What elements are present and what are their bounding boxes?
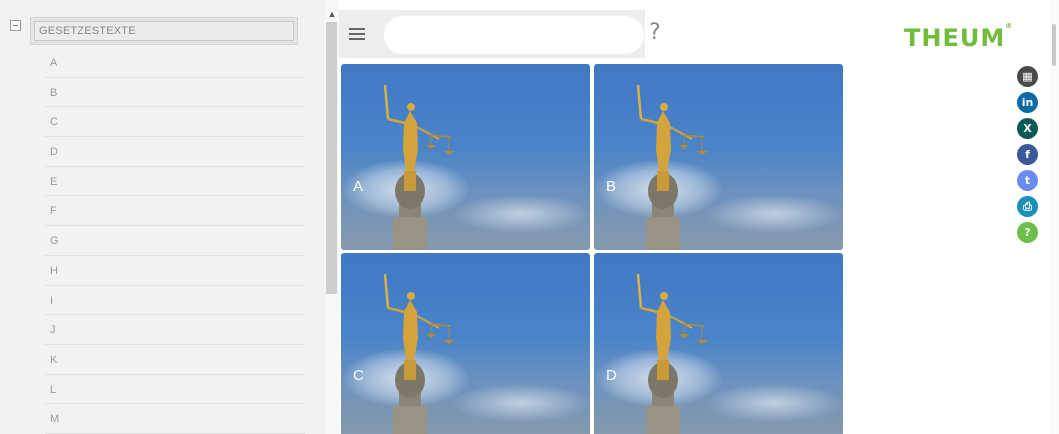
tree-item-e[interactable]: E: [45, 167, 305, 197]
tree-letter-list: A B C D E F G H I J K L M: [45, 48, 305, 434]
tile-label: D: [606, 367, 617, 384]
haze-decoration: [704, 194, 843, 234]
page-scrollbar-thumb[interactable]: [1052, 24, 1056, 66]
tree-item-a[interactable]: A: [45, 48, 305, 78]
tree-item-j[interactable]: J: [45, 315, 305, 345]
index-tree-panel: GESETZESTEXTE A B C D E F G H I J K L M: [0, 0, 325, 434]
tile-b[interactable]: B: [594, 64, 843, 250]
tree-scrollbar-thumb[interactable]: [326, 22, 337, 294]
xing-icon[interactable]: X: [1017, 118, 1038, 139]
tree-item-h[interactable]: H: [45, 256, 305, 286]
tile-c[interactable]: C: [341, 253, 590, 434]
haze-decoration: [451, 194, 590, 234]
collapse-icon[interactable]: [10, 20, 21, 31]
theum-logo[interactable]: THEUM®: [904, 22, 1014, 52]
tree-item-k[interactable]: K: [45, 345, 305, 375]
justice-statue-image: [636, 84, 708, 250]
main-content: ? THEUM® A B C D ▦ in X f t ⎙ ?: [339, 0, 1059, 434]
tree-item-f[interactable]: F: [45, 196, 305, 227]
tree-root-toggle[interactable]: [10, 20, 21, 31]
tree-item-i[interactable]: I: [45, 286, 305, 316]
search-input[interactable]: [384, 16, 644, 54]
haze-decoration: [704, 383, 843, 423]
app-window: GESETZESTEXTE A B C D E F G H I J K L M …: [0, 0, 1059, 434]
tree-item-l[interactable]: L: [45, 375, 305, 405]
tile-d[interactable]: D: [594, 253, 843, 434]
calendar-icon[interactable]: ▦: [1017, 66, 1038, 87]
share-icon-column: ▦ in X f t ⎙ ?: [1017, 66, 1039, 248]
facebook-icon[interactable]: f: [1017, 144, 1038, 165]
tree-item-b[interactable]: B: [45, 78, 305, 108]
twitter-icon[interactable]: t: [1017, 170, 1038, 191]
justice-statue-image: [383, 84, 455, 250]
tree-item-m[interactable]: M: [45, 404, 305, 434]
page-scrollbar[interactable]: [1050, 0, 1059, 434]
tree-item-c[interactable]: C: [45, 107, 305, 138]
logo-text: THEUM: [904, 24, 1006, 52]
logo-registered-mark: ®: [1005, 22, 1014, 30]
tile-label: B: [606, 178, 617, 195]
help-icon[interactable]: ?: [1017, 222, 1038, 243]
scroll-up-arrow-icon[interactable]: ▲: [327, 10, 337, 19]
tile-label: A: [353, 178, 364, 195]
justice-statue-image: [383, 273, 455, 434]
linkedin-icon[interactable]: in: [1017, 92, 1038, 113]
tile-a[interactable]: A: [341, 64, 590, 250]
tree-item-d[interactable]: D: [45, 137, 305, 167]
tree-root-node[interactable]: GESETZESTEXTE: [30, 17, 298, 45]
tile-label: C: [353, 367, 364, 384]
search-help-button[interactable]: ?: [649, 20, 661, 45]
justice-statue-image: [636, 273, 708, 434]
menu-icon[interactable]: [349, 28, 365, 40]
tree-item-g[interactable]: G: [45, 226, 305, 256]
print-icon[interactable]: ⎙: [1017, 196, 1038, 217]
tree-root-label: GESETZESTEXTE: [34, 21, 294, 41]
tree-scrollbar[interactable]: ▲: [325, 0, 339, 434]
haze-decoration: [451, 383, 590, 423]
